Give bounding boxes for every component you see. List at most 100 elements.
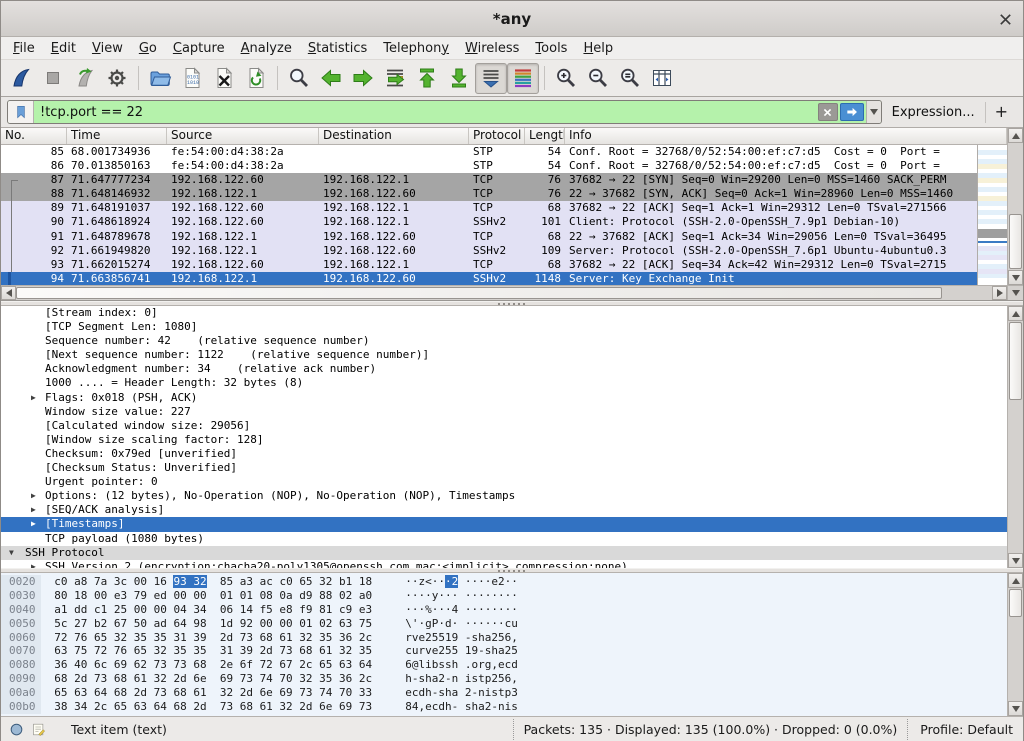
column-header-no[interactable]: No. <box>1 128 67 144</box>
menu-view[interactable]: View <box>84 39 131 58</box>
menu-capture[interactable]: Capture <box>165 39 233 58</box>
menu-tools[interactable]: Tools <box>527 39 575 58</box>
scroll-up-icon[interactable] <box>1008 128 1023 143</box>
scroll-thumb[interactable] <box>1009 589 1022 617</box>
detail-line[interactable]: [TCP Segment Len: 1080] <box>1 320 1007 334</box>
hex-row[interactable]: 00a0 65 63 64 68 2d 73 68 61 32 2d 6e 69… <box>1 686 1007 700</box>
filter-apply-icon[interactable] <box>840 103 864 121</box>
expander-icon[interactable]: ▶ <box>31 560 36 568</box>
packet-row[interactable]: 9071.648618924192.168.122.60192.168.122.… <box>1 215 977 229</box>
detail-line[interactable]: [Checksum Status: Unverified] <box>1 461 1007 475</box>
menu-go[interactable]: Go <box>131 39 165 58</box>
detail-line[interactable]: ▶Flags: 0x018 (PSH, ACK) <box>1 391 1007 405</box>
restart-capture-button[interactable] <box>69 63 101 94</box>
menu-telephony[interactable]: Telephony <box>375 39 457 58</box>
filter-dropdown-icon[interactable] <box>866 101 881 123</box>
zoom-out-button[interactable] <box>582 63 614 94</box>
detail-line[interactable]: Acknowledgment number: 34 (relative ack … <box>1 362 1007 376</box>
scroll-track[interactable] <box>16 286 992 300</box>
detail-line[interactable]: [Calculated window size: 29056] <box>1 419 1007 433</box>
packet-row[interactable]: 8971.648191037192.168.122.60192.168.122.… <box>1 201 977 215</box>
detail-line[interactable]: ▶[Timestamps] <box>1 517 1007 531</box>
packet-row[interactable]: 9471.663856741192.168.122.1192.168.122.6… <box>1 272 977 285</box>
detail-line[interactable]: ▶[SEQ/ACK analysis] <box>1 503 1007 517</box>
expander-icon[interactable]: ▶ <box>31 391 36 405</box>
detail-line[interactable]: Sequence number: 42 (relative sequence n… <box>1 334 1007 348</box>
hex-row[interactable]: 0070 63 75 72 76 65 32 35 35 31 39 2d 73… <box>1 644 1007 658</box>
scroll-thumb[interactable] <box>16 287 942 299</box>
packet-row[interactable]: 9371.662015274192.168.122.60192.168.122.… <box>1 258 977 272</box>
filter-bookmark-icon[interactable] <box>8 101 34 123</box>
go-forward-button[interactable] <box>347 63 379 94</box>
add-filter-button[interactable]: + <box>985 102 1017 123</box>
close-icon[interactable] <box>997 11 1013 27</box>
scroll-down-icon[interactable] <box>1008 701 1023 716</box>
resize-columns-button[interactable] <box>646 63 678 94</box>
colorize-button[interactable] <box>507 63 539 94</box>
expander-icon[interactable]: ▶ <box>31 517 36 531</box>
stop-capture-button[interactable] <box>37 63 69 94</box>
hex-row[interactable]: 0020 c0 a8 7a 3c 00 16 93 32 85 a3 ac c0… <box>1 575 1007 589</box>
packet-row[interactable]: 9271.661949820192.168.122.1192.168.122.6… <box>1 244 977 258</box>
column-header-source[interactable]: Source <box>167 128 319 144</box>
detail-line[interactable]: [Next sequence number: 1122 (relative se… <box>1 348 1007 362</box>
save-file-button[interactable]: 01011010 <box>176 63 208 94</box>
capture-comment-icon[interactable] <box>31 722 46 737</box>
detail-line[interactable]: 1000 .... = Header Length: 32 bytes (8) <box>1 376 1007 390</box>
column-header-length[interactable]: Length <box>525 128 565 144</box>
scroll-down-icon[interactable] <box>1008 553 1023 568</box>
packet-minimap[interactable] <box>977 145 1007 285</box>
detail-line[interactable]: ▶Options: (12 bytes), No-Operation (NOP)… <box>1 489 1007 503</box>
scroll-left-icon[interactable] <box>1 286 16 300</box>
go-first-button[interactable] <box>411 63 443 94</box>
menu-help[interactable]: Help <box>575 39 621 58</box>
zoom-original-button[interactable] <box>614 63 646 94</box>
display-filter-input[interactable] <box>34 101 816 123</box>
scroll-right-icon[interactable] <box>992 286 1007 300</box>
menu-file[interactable]: File <box>5 39 43 58</box>
detail-line[interactable]: ▼SSH Protocol <box>1 546 1007 560</box>
menu-statistics[interactable]: Statistics <box>300 39 375 58</box>
go-last-button[interactable] <box>443 63 475 94</box>
packet-row[interactable]: 8771.647777234192.168.122.60192.168.122.… <box>1 173 977 187</box>
hex-row[interactable]: 0080 36 40 6c 69 62 73 73 68 2e 6f 72 67… <box>1 658 1007 672</box>
expander-icon[interactable]: ▼ <box>9 546 14 560</box>
packet-row[interactable]: 8568.001734936fe:54:00:d4:38:2aSTP54Conf… <box>1 145 977 159</box>
find-packet-button[interactable] <box>283 63 315 94</box>
hex-row[interactable]: 0050 5c 27 b2 67 50 ad 64 98 1d 92 00 00… <box>1 617 1007 631</box>
go-to-packet-button[interactable] <box>379 63 411 94</box>
close-file-button[interactable] <box>208 63 240 94</box>
detail-line[interactable]: ▶SSH Version 2 (encryption:chacha20-poly… <box>1 560 1007 568</box>
column-header-protocol[interactable]: Protocol <box>469 128 525 144</box>
hex-row[interactable]: 0040 a1 dd c1 25 00 00 04 34 06 14 f5 e8… <box>1 603 1007 617</box>
go-back-button[interactable] <box>315 63 347 94</box>
detail-line[interactable]: Window size value: 227 <box>1 405 1007 419</box>
capture-options-button[interactable] <box>101 63 133 94</box>
menu-analyze[interactable]: Analyze <box>233 39 300 58</box>
open-file-button[interactable] <box>144 63 176 94</box>
scroll-thumb[interactable] <box>1009 322 1022 400</box>
scroll-up-icon[interactable] <box>1008 306 1023 321</box>
auto-scroll-button[interactable] <box>475 63 507 94</box>
filter-clear-icon[interactable] <box>818 103 838 121</box>
detail-line[interactable]: Checksum: 0x79ed [unverified] <box>1 447 1007 461</box>
column-header-destination[interactable]: Destination <box>319 128 469 144</box>
scroll-track[interactable] <box>1008 143 1023 270</box>
bytes-vscrollbar[interactable] <box>1007 573 1023 716</box>
packet-list-hscrollbar[interactable] <box>1 285 1007 300</box>
packet-row[interactable]: 8871.648146932192.168.122.1192.168.122.6… <box>1 187 977 201</box>
scroll-track[interactable] <box>1008 588 1023 701</box>
column-header-time[interactable]: Time <box>67 128 167 144</box>
menu-edit[interactable]: Edit <box>43 39 84 58</box>
scroll-down-icon[interactable] <box>1008 270 1023 285</box>
menu-wireless[interactable]: Wireless <box>457 39 527 58</box>
hex-row[interactable]: 0090 68 2d 73 68 61 32 2d 6e 69 73 74 70… <box>1 672 1007 686</box>
hex-row[interactable]: 0030 80 18 00 e3 79 ed 00 00 01 01 08 0a… <box>1 589 1007 603</box>
hex-row[interactable]: 0060 72 76 65 32 35 35 31 39 2d 73 68 61… <box>1 631 1007 645</box>
packet-row[interactable]: 9171.648789678192.168.122.1192.168.122.6… <box>1 230 977 244</box>
expander-icon[interactable]: ▶ <box>31 503 36 517</box>
details-vscrollbar[interactable] <box>1007 306 1023 568</box>
profile-selector[interactable]: Profile: Default <box>907 719 1015 740</box>
column-header-info[interactable]: Info <box>565 128 1007 144</box>
scroll-thumb[interactable] <box>1009 214 1022 269</box>
